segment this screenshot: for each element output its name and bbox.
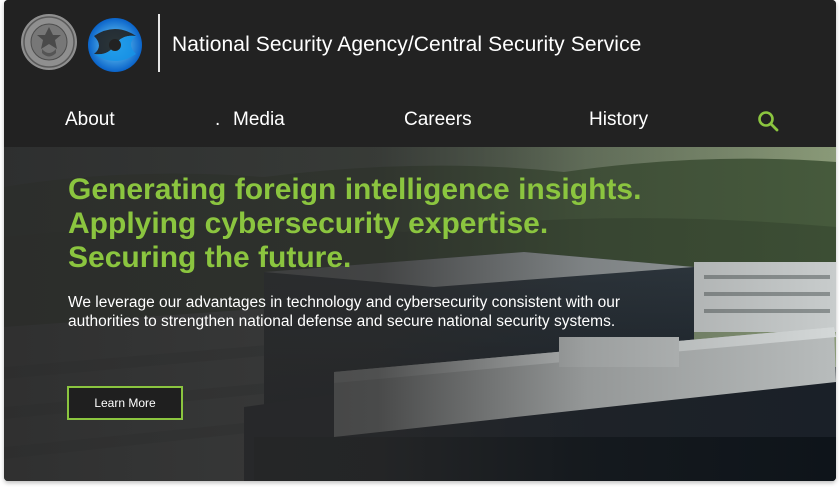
hero-description: We leverage our advantages in technology… (68, 294, 620, 330)
hero-headline-line-1: Generating foreign intelligence insights… (68, 173, 642, 206)
nav-item-history[interactable]: History (589, 109, 648, 131)
learn-more-button[interactable]: Learn More (67, 386, 183, 420)
nav-item-careers[interactable]: Careers (404, 109, 472, 131)
css-logo-icon[interactable] (86, 16, 144, 74)
nav-separator: . (215, 109, 221, 130)
site-title[interactable]: National Security Agency/Central Securit… (172, 33, 641, 57)
search-icon[interactable] (757, 110, 779, 132)
hero-headline-line-2: Applying cybersecurity expertise. (68, 207, 549, 240)
hero-headline: Generating foreign intelligence insights… (68, 173, 641, 275)
header-divider (158, 14, 160, 72)
hero-headline-line-3: Securing the future. (68, 241, 352, 274)
page-frame: National Security Agency/Central Securit… (4, 0, 836, 481)
site-header: National Security Agency/Central Securit… (4, 0, 836, 147)
nav-item-media[interactable]: Media (233, 109, 285, 131)
nsa-seal-icon[interactable] (20, 13, 78, 71)
nav-item-about[interactable]: About (65, 109, 115, 131)
hero-section: Generating foreign intelligence insights… (4, 147, 836, 481)
